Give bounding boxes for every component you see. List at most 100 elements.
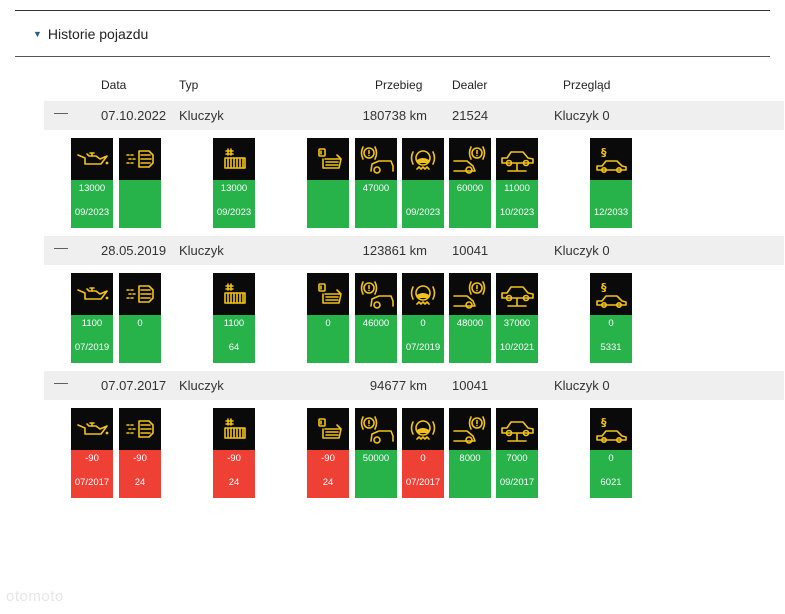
- service-value-secondary: 09/2023: [216, 207, 252, 218]
- tire-pressure-warning-icon: [355, 408, 397, 450]
- service-tile-inspection-paragraph[interactable]: § 0 6021: [590, 408, 632, 498]
- section-divider: [15, 56, 770, 57]
- oil-can-icon: [71, 273, 113, 315]
- collapse-icon[interactable]: —: [54, 239, 68, 255]
- service-status: 8000: [449, 450, 491, 498]
- service-status: 0: [119, 315, 161, 363]
- service-tile-oil-can[interactable]: 1100 07/2019: [71, 273, 113, 363]
- service-status: 7000 09/2017: [496, 450, 538, 498]
- service-tile-fuel-filter[interactable]: [307, 138, 349, 228]
- service-value-secondary: 24: [322, 477, 334, 488]
- service-value-primary: 46000: [362, 318, 390, 329]
- fuel-filter-icon: [307, 138, 349, 180]
- service-tile-air-filter[interactable]: [119, 138, 161, 228]
- history-section-toggle[interactable]: ▼ Historie pojazdu: [33, 26, 148, 42]
- svg-text:§: §: [601, 146, 607, 159]
- service-value-secondary: 12/2033: [593, 207, 629, 218]
- service-value-primary: 0: [420, 453, 426, 464]
- brake-fluid-icon: [402, 273, 444, 315]
- service-tile-rear-brake-car-lift[interactable]: 37000 10/2021: [496, 273, 538, 363]
- service-tile-front-brake[interactable]: 48000: [449, 273, 491, 363]
- brake-fluid-icon: [402, 138, 444, 180]
- service-tile-air-filter[interactable]: 0: [119, 273, 161, 363]
- record-dealer: 21524: [452, 108, 489, 123]
- service-tile-front-brake[interactable]: 8000: [449, 408, 491, 498]
- service-status: 0 07/2017: [402, 450, 444, 498]
- service-tile-oil-can[interactable]: 13000 09/2023: [71, 138, 113, 228]
- record-date: 07.10.2022: [101, 108, 167, 123]
- pollen-filter-icon: [213, 408, 255, 450]
- service-status: [119, 180, 161, 228]
- service-status: 46000: [355, 315, 397, 363]
- service-status: -90 24: [307, 450, 349, 498]
- service-tile-fuel-filter[interactable]: -90 24: [307, 408, 349, 498]
- service-tile-rear-brake-car-lift[interactable]: 7000 09/2017: [496, 408, 538, 498]
- air-filter-icon: [119, 273, 161, 315]
- svg-text:§: §: [601, 281, 607, 294]
- front-brake-icon: [449, 408, 491, 450]
- service-value-secondary: 07/2019: [74, 342, 110, 353]
- service-value-primary: 60000: [456, 183, 484, 194]
- service-tile-tire-pressure-warning[interactable]: 47000: [355, 138, 397, 228]
- service-tile-brake-fluid[interactable]: 0 07/2017: [402, 408, 444, 498]
- service-status: 11000 10/2023: [496, 180, 538, 228]
- service-tile-pollen-filter[interactable]: 1100 64: [213, 273, 255, 363]
- service-value-secondary: 09/2023: [405, 207, 441, 218]
- oil-can-icon: [71, 138, 113, 180]
- service-value-secondary: 5331: [600, 342, 622, 353]
- service-value-secondary: 09/2017: [499, 477, 535, 488]
- service-status: -90 24: [119, 450, 161, 498]
- service-tile-brake-fluid[interactable]: 0 07/2019: [402, 273, 444, 363]
- svg-text:§: §: [601, 416, 607, 429]
- service-value-secondary: 24: [134, 477, 146, 488]
- service-tile-tire-pressure-warning[interactable]: 46000: [355, 273, 397, 363]
- col-header-typ: Typ: [179, 78, 199, 92]
- history-record-row: — 07.10.2022 Kluczyk 180738 km 21524 Kluczyk …: [44, 101, 784, 130]
- service-value-primary: 13000: [78, 183, 106, 194]
- service-tile-inspection-paragraph[interactable]: § 12/2033: [590, 138, 632, 228]
- rear-brake-car-lift-icon: [496, 273, 538, 315]
- record-mileage: 123861 km: [362, 243, 427, 258]
- service-status: 0 5331: [590, 315, 632, 363]
- service-tile-brake-fluid[interactable]: 09/2023: [402, 138, 444, 228]
- history-record-row: — 07.07.2017 Kluczyk 94677 km 10041 Kluczyk 0: [44, 371, 784, 400]
- service-tile-front-brake[interactable]: 60000: [449, 138, 491, 228]
- service-value-secondary: 09/2023: [74, 207, 110, 218]
- record-inspection: Kluczyk 0: [554, 378, 610, 393]
- service-tile-pollen-filter[interactable]: -90 24: [213, 408, 255, 498]
- service-tile-air-filter[interactable]: -90 24: [119, 408, 161, 498]
- service-tile-oil-can[interactable]: -90 07/2017: [71, 408, 113, 498]
- air-filter-icon: [119, 408, 161, 450]
- service-value-primary: -90: [85, 453, 99, 464]
- service-value-primary: 8000: [459, 453, 481, 464]
- service-status: [307, 180, 349, 228]
- service-tile-pollen-filter[interactable]: 13000 09/2023: [213, 138, 255, 228]
- service-status: -90 07/2017: [71, 450, 113, 498]
- service-tile-fuel-filter[interactable]: 0: [307, 273, 349, 363]
- service-value-primary: 0: [608, 453, 614, 464]
- service-tile-tire-pressure-warning[interactable]: 50000: [355, 408, 397, 498]
- service-value-primary: -90: [133, 453, 147, 464]
- history-record-row: — 28.05.2019 Kluczyk 123861 km 10041 Kluczyk …: [44, 236, 784, 265]
- service-tile-rear-brake-car-lift[interactable]: 11000 10/2023: [496, 138, 538, 228]
- record-inspection: Kluczyk 0: [554, 243, 610, 258]
- service-value-secondary: 07/2017: [74, 477, 110, 488]
- tire-pressure-warning-icon: [355, 273, 397, 315]
- service-value-secondary: 10/2023: [499, 207, 535, 218]
- service-value-primary: 0: [325, 318, 331, 329]
- collapse-icon[interactable]: —: [54, 104, 68, 120]
- record-type: Kluczyk: [179, 243, 224, 258]
- caret-down-icon: ▼: [33, 29, 42, 39]
- brake-fluid-icon: [402, 408, 444, 450]
- service-value-secondary: 24: [228, 477, 240, 488]
- collapse-icon[interactable]: —: [54, 374, 68, 390]
- service-value-secondary: 6021: [600, 477, 622, 488]
- service-tile-inspection-paragraph[interactable]: § 0 5331: [590, 273, 632, 363]
- service-value-primary: 48000: [456, 318, 484, 329]
- fuel-filter-icon: [307, 408, 349, 450]
- service-value-primary: 0: [137, 318, 143, 329]
- service-status: 0 07/2019: [402, 315, 444, 363]
- service-status: 0: [307, 315, 349, 363]
- pollen-filter-icon: [213, 273, 255, 315]
- service-value-secondary: 10/2021: [499, 342, 535, 353]
